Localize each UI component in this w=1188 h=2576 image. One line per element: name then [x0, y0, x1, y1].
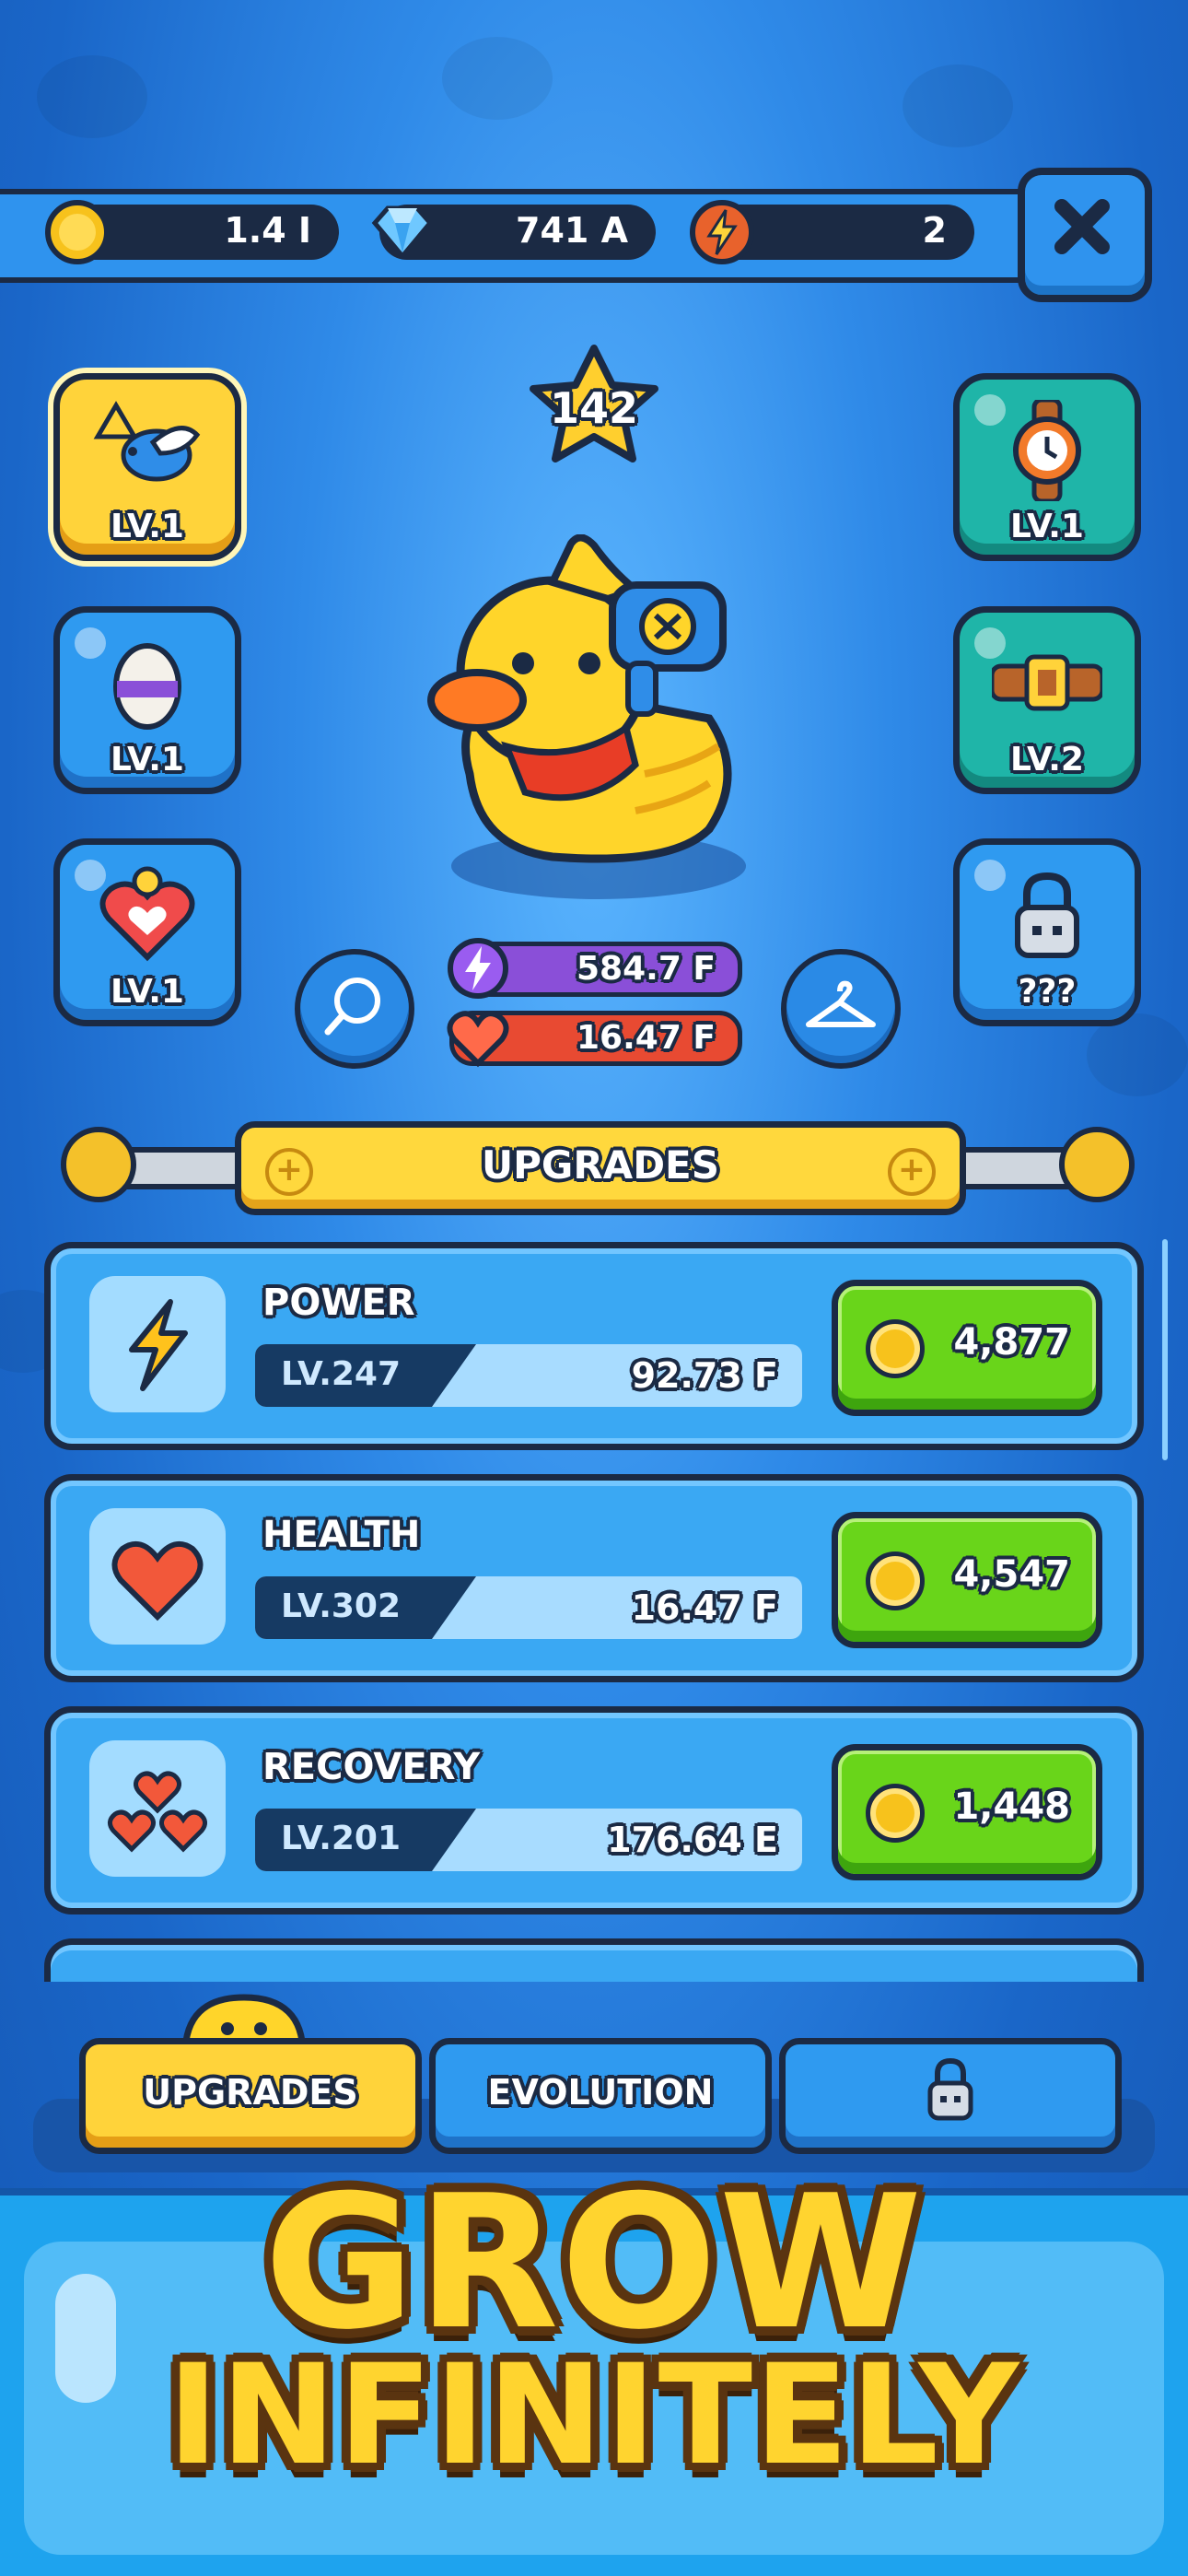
power-stat: 584.7 F: [448, 938, 742, 999]
upgrade-amount: 92.73 F: [631, 1355, 778, 1396]
scrollbar[interactable]: [1162, 1239, 1168, 1460]
tab-evolution[interactable]: EVOLUTION: [429, 2038, 772, 2154]
upgrade-name: HEALTH: [262, 1514, 421, 1556]
upgrades-title: UPGRADES: [481, 1142, 719, 1188]
coin-value: 1.4 I: [224, 210, 311, 251]
slot-level: LV.2: [1010, 741, 1084, 779]
lightning-icon: [129, 1299, 188, 1391]
coin-icon: [866, 1784, 925, 1843]
duck-character: [427, 534, 746, 899]
slot-level: LV.1: [1010, 508, 1084, 545]
upgrade-name: RECOVERY: [262, 1746, 481, 1788]
heart-icon: [111, 1540, 204, 1622]
slot-level: LV.1: [111, 508, 184, 545]
tab-label: EVOLUTION: [487, 2072, 714, 2113]
wardrobe-button[interactable]: [781, 949, 901, 1069]
upgrades-header: + UPGRADES +: [235, 1121, 966, 1215]
background-pattern: [442, 37, 553, 120]
watch-icon: [1013, 400, 1081, 501]
bird-icon: [93, 401, 201, 482]
upgrade-card-power: POWER LV.247 92.73 F 4,877: [44, 1242, 1144, 1450]
magnifier-icon: [324, 978, 380, 1036]
upgrade-level: LV.247: [281, 1355, 402, 1393]
rail-knob-left: [61, 1127, 136, 1202]
rail-knob-right: [1059, 1127, 1135, 1202]
upgrade-level-bar: LV.201 176.64 E: [255, 1809, 802, 1871]
power-value: 584.7 F: [577, 950, 716, 988]
health-stat: 16.47 F: [447, 1011, 742, 1068]
buy-button[interactable]: 4,877: [832, 1280, 1102, 1416]
upgrade-level-bar: LV.247 92.73 F: [255, 1344, 802, 1407]
upgrade-name: POWER: [262, 1282, 415, 1324]
upgrade-level-bar: LV.302 16.47 F: [255, 1576, 802, 1639]
gem-counter: 741 A: [371, 205, 656, 260]
inspect-button[interactable]: [295, 949, 414, 1069]
energy-value: 2: [922, 210, 947, 251]
coin-icon: [866, 1319, 925, 1378]
promo-line-2: INFINITELY: [167, 2336, 1021, 2496]
upgrade-level: LV.302: [281, 1587, 402, 1625]
coin-icon: [866, 1551, 925, 1610]
upgrade-icon-box: [89, 1508, 226, 1645]
slot-pet[interactable]: LV.1: [53, 373, 241, 561]
energy-icon: [690, 200, 754, 264]
player-level-badge: 142: [520, 343, 668, 481]
game-screen: 1.4 I 741 A 2 142 LV.1 LV.1 LV.1 LV.1 LV…: [0, 0, 1188, 2576]
close-icon: [1054, 199, 1110, 254]
hanger-icon: [806, 980, 876, 1027]
upgrade-card-recovery: RECOVERY LV.201 176.64 E 1,448: [44, 1706, 1144, 1914]
upgrade-card-health: HEALTH LV.302 16.47 F 4,547: [44, 1474, 1144, 1682]
slot-charm[interactable]: LV.1: [53, 838, 241, 1026]
upgrade-icon-box: [89, 1740, 226, 1877]
heart-icon: [447, 1011, 509, 1068]
slot-locked[interactable]: ???: [953, 838, 1141, 1026]
upgrade-price: 1,448: [953, 1786, 1070, 1828]
health-value: 16.47 F: [577, 1019, 716, 1057]
lock-icon: [1015, 872, 1079, 958]
buy-button[interactable]: 1,448: [832, 1744, 1102, 1880]
upgrade-price: 4,547: [953, 1553, 1070, 1596]
coin-counter: 1.4 I: [45, 200, 339, 264]
egg-icon: [113, 643, 181, 730]
upgrade-amount: 176.64 E: [607, 1820, 778, 1860]
background-pattern: [37, 55, 147, 138]
player-level: 142: [549, 383, 639, 433]
slot-level: ???: [1018, 973, 1077, 1011]
close-button[interactable]: [1018, 168, 1152, 302]
upgrade-price: 4,877: [953, 1321, 1070, 1364]
lightning-icon: [448, 938, 508, 999]
slot-level: LV.1: [111, 741, 184, 779]
hearts-icon: [108, 1771, 207, 1853]
tab-upgrades[interactable]: UPGRADES: [79, 2038, 422, 2154]
belt-icon: [992, 654, 1102, 711]
slot-level: LV.1: [111, 973, 184, 1011]
plus-icon: +: [888, 1148, 936, 1196]
slot-belt[interactable]: LV.2: [953, 606, 1141, 794]
buy-button[interactable]: 4,547: [832, 1512, 1102, 1648]
gem-icon: [371, 205, 434, 260]
slot-egg[interactable]: LV.1: [53, 606, 241, 794]
upgrade-icon-box: [89, 1276, 226, 1412]
lock-icon: [927, 2057, 973, 2121]
upgrade-level: LV.201: [281, 1820, 402, 1857]
heart-chick-icon: [99, 866, 195, 962]
coin-icon: [45, 200, 110, 264]
tab-label: UPGRADES: [143, 2072, 358, 2113]
gem-value: 741 A: [516, 210, 628, 251]
energy-counter: 2: [690, 200, 974, 264]
background-pattern: [903, 64, 1013, 147]
tab-locked[interactable]: [779, 2038, 1122, 2154]
upgrade-amount: 16.47 F: [631, 1587, 778, 1628]
upgrade-card-partial: [44, 1938, 1144, 1982]
slot-watch[interactable]: LV.1: [953, 373, 1141, 561]
